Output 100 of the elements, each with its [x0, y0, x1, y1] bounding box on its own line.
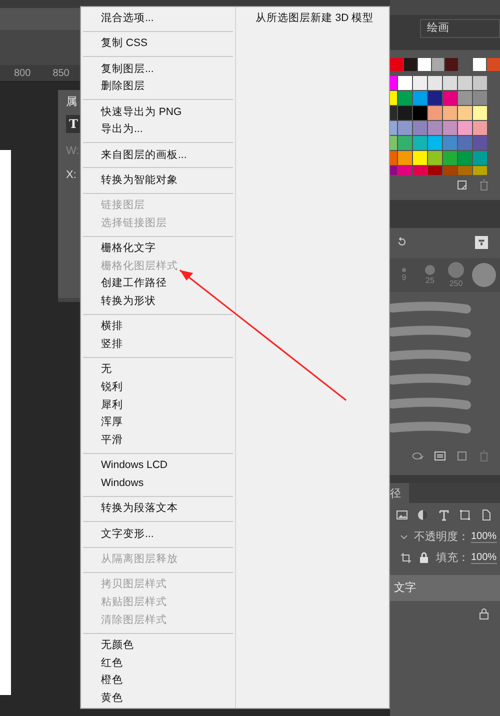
document-icon[interactable] [480, 509, 492, 521]
swatch[interactable] [398, 121, 412, 135]
swatch[interactable] [428, 106, 442, 120]
swatch[interactable] [473, 136, 487, 150]
swatch[interactable] [473, 91, 487, 105]
swatch[interactable] [413, 121, 427, 135]
swatch[interactable] [443, 76, 457, 90]
swatch[interactable] [458, 136, 472, 150]
brush-tip-icon[interactable] [448, 262, 464, 278]
menu-item[interactable]: 删除图层 [83, 78, 233, 96]
menu-item[interactable]: 锐利 [83, 379, 233, 397]
image-icon[interactable] [396, 509, 408, 521]
swatch[interactable] [413, 91, 427, 105]
swatch[interactable] [445, 58, 458, 71]
menu-item[interactable]: Windows [83, 475, 233, 493]
crop-icon[interactable] [400, 552, 412, 564]
chevron-icon[interactable] [400, 532, 408, 540]
swatch[interactable] [418, 58, 431, 71]
swatch[interactable] [390, 76, 397, 90]
menu-item[interactable]: 无 [83, 361, 233, 380]
swatch[interactable] [398, 76, 412, 90]
reset-icon[interactable] [396, 236, 408, 248]
swatch[interactable] [458, 91, 472, 105]
swatch[interactable] [473, 76, 487, 90]
fill-field[interactable]: 100% [471, 552, 497, 564]
menu-item[interactable]: 转换为段落文本 [83, 500, 233, 518]
swatch[interactable] [443, 106, 457, 120]
trash-icon[interactable] [478, 450, 490, 462]
swatch[interactable] [473, 151, 487, 165]
menu-item[interactable]: 犀利 [83, 396, 233, 414]
menu-item[interactable]: 竖排 [83, 336, 233, 354]
swatch[interactable] [398, 151, 412, 165]
menu-item[interactable]: 来自图层的画板... [83, 146, 233, 164]
menu-item[interactable]: 文字变形... [83, 526, 233, 544]
opacity-field[interactable]: 100% [471, 530, 497, 542]
transform-icon[interactable] [459, 509, 471, 521]
new-item-icon[interactable] [456, 450, 468, 462]
swatch[interactable] [487, 58, 500, 71]
menu-item[interactable]: 横排 [83, 318, 233, 336]
swatch[interactable] [398, 91, 412, 105]
swatch[interactable] [428, 91, 442, 105]
swatch[interactable] [390, 136, 397, 150]
swatch[interactable] [390, 58, 403, 71]
menu-item[interactable]: 从所选图层新建 3D 模型 [236, 10, 387, 28]
swatch[interactable] [443, 91, 457, 105]
brush-tip-icon[interactable] [402, 268, 406, 272]
swatch[interactable] [404, 58, 417, 71]
swatch[interactable] [473, 121, 487, 135]
brush-size-label: 250 [449, 279, 463, 288]
brush-tip-icon[interactable] [472, 263, 496, 287]
menu-item[interactable]: 浑厚 [83, 414, 233, 432]
brush-settings-icon[interactable] [475, 236, 488, 249]
menu-item[interactable]: 混合选项... [83, 10, 233, 28]
text-icon[interactable] [438, 509, 450, 521]
swatch[interactable] [432, 58, 444, 71]
swatch[interactable] [428, 76, 442, 90]
menu-item[interactable]: 转换为形状 [83, 293, 233, 311]
swatch[interactable] [413, 106, 427, 120]
menu-item[interactable]: 复制图层... [83, 60, 233, 78]
swatch[interactable] [413, 76, 427, 90]
menu-item[interactable]: 转换为智能对象 [83, 172, 233, 190]
swatch[interactable] [443, 151, 457, 165]
menu-item[interactable]: 平滑 [83, 432, 233, 450]
swatch[interactable] [428, 121, 442, 135]
layer-row[interactable]: 文字 [390, 575, 500, 601]
adjustment-icon[interactable] [417, 509, 429, 521]
menu-item[interactable]: 无颜色 [83, 636, 233, 655]
swatch[interactable] [458, 76, 472, 90]
menu-item[interactable]: Windows LCD [83, 457, 233, 476]
swatch[interactable] [413, 151, 427, 165]
panel-tab[interactable]: 径 [390, 483, 409, 504]
swatch[interactable] [473, 106, 487, 120]
swatch[interactable] [443, 136, 457, 150]
swatch[interactable] [398, 106, 412, 120]
swatch[interactable] [398, 136, 412, 150]
swatch[interactable] [390, 151, 397, 165]
trash-icon[interactable] [478, 179, 490, 191]
swatch[interactable] [413, 136, 427, 150]
swatch[interactable] [390, 106, 397, 120]
menu-item[interactable]: 栅格化文字 [83, 240, 233, 258]
menu-item[interactable]: 复制 CSS [83, 35, 233, 53]
swatch[interactable] [458, 151, 472, 165]
swatch[interactable] [428, 136, 442, 150]
menu-item[interactable]: 橙色 [83, 672, 233, 690]
swatch[interactable] [473, 58, 486, 71]
swatch[interactable] [443, 121, 457, 135]
workspace-dropdown[interactable]: 绘画 [420, 19, 500, 38]
eye-icon[interactable] [412, 450, 424, 462]
swatch[interactable] [390, 121, 397, 135]
swatch[interactable] [390, 91, 397, 105]
menu-item[interactable]: 黄色 [83, 690, 233, 708]
swatch[interactable] [458, 106, 472, 120]
swatch[interactable] [428, 151, 442, 165]
menu-item[interactable]: 创建工作路径 [83, 275, 233, 294]
brush-tip-icon[interactable] [425, 265, 435, 275]
menu-item[interactable]: 红色 [83, 654, 233, 672]
swatch[interactable] [458, 121, 472, 135]
new-swatch-icon[interactable] [456, 179, 468, 191]
lock-icon[interactable] [418, 552, 430, 564]
grid-icon[interactable] [434, 450, 446, 462]
